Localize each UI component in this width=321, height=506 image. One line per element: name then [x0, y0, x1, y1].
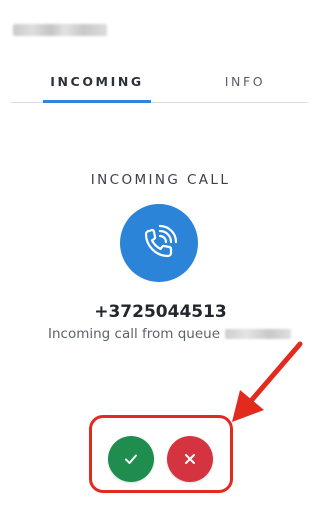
close-icon: [185, 454, 195, 464]
check-icon: [125, 454, 137, 464]
redacted-header: [13, 24, 107, 36]
incoming-call-heading: INCOMING CALL: [90, 172, 231, 188]
decline-call-button[interactable]: [167, 436, 213, 482]
redacted-queue-name: [225, 329, 292, 339]
queue-text: Incoming call from queue: [48, 326, 221, 342]
caller-number: +3725044513: [94, 302, 227, 322]
phone-ringing-icon: [120, 204, 198, 282]
tab-bar: INCOMING INFO: [11, 66, 308, 103]
annotation-arrow: [232, 341, 303, 422]
tab-incoming[interactable]: INCOMING: [43, 66, 151, 103]
accept-call-button[interactable]: [108, 436, 154, 482]
tab-info[interactable]: INFO: [211, 66, 279, 102]
